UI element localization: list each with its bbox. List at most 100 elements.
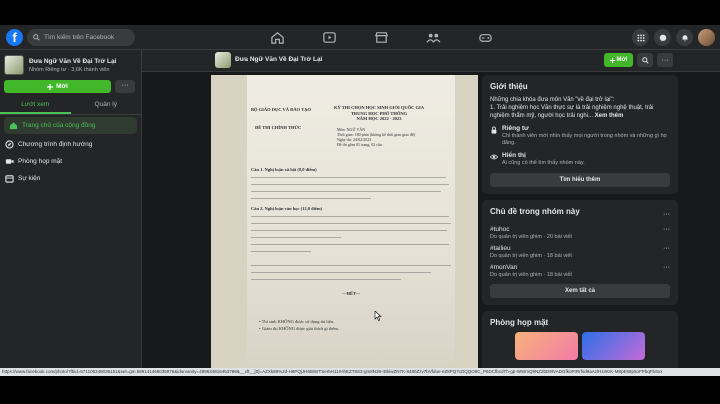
rooms-card: Phòng họp mặt xyxy=(482,311,678,370)
video-room-icon xyxy=(5,159,14,164)
group-header[interactable]: Đưa Ngữ Văn Về Đại Trở Lại Nhóm Riêng tư… xyxy=(0,50,141,80)
sidebar-item-rooms[interactable]: Phòng họp mặt xyxy=(0,153,141,170)
topic-desc: Do quản trị viên ghim · 20 bài viết xyxy=(490,234,572,240)
grid-icon xyxy=(636,33,645,42)
join-group-button[interactable]: Mới xyxy=(604,53,633,67)
about-text: Những chia khóa đưa môn Văn "về đại trở … xyxy=(490,96,670,120)
sidebar-item-label: Sự kiện xyxy=(18,175,41,182)
topic-desc: Do quản trị viên ghim · 18 bài viết xyxy=(490,272,572,278)
topic-tag: #tuhoc xyxy=(490,226,510,233)
doc-text-line xyxy=(251,272,431,273)
about-text-rest: 1. Trải nghiệm học Văn thực sự là trải n… xyxy=(490,105,654,119)
account-avatar[interactable] xyxy=(698,29,715,46)
menu-grid-icon[interactable] xyxy=(632,29,649,46)
about-card: Giới thiệu Những chia khóa đưa môn Văn "… xyxy=(482,75,678,194)
ellipsis-icon: ··· xyxy=(661,56,669,64)
topic-more-icon[interactable]: ··· xyxy=(663,226,670,240)
lock-icon xyxy=(491,126,497,134)
watch-icon[interactable] xyxy=(322,30,337,45)
search-input[interactable]: Tìm kiếm trên Facebook xyxy=(27,29,135,46)
doc-meta-line: Đề thi gồm 01 trang, 02 câu xyxy=(337,142,382,147)
doc-text-line xyxy=(251,216,449,217)
doc-question-2: Câu 2. Nghị luận văn học (12,0 điểm) xyxy=(251,206,323,211)
group-sidebar: Đưa Ngữ Văn Về Đại Trở Lại Nhóm Riêng tư… xyxy=(0,50,142,368)
browser-status-url: https://www.facebook.com/photo/?fbid=571… xyxy=(0,368,720,376)
about-text-start: Những chia khóa đưa môn Văn "về đại trở … xyxy=(490,97,615,103)
tab-manage[interactable]: Quản lý xyxy=(71,97,142,114)
learn-more-button[interactable]: Tìm hiểu thêm xyxy=(490,173,670,187)
topics-more-icon[interactable]: ··· xyxy=(663,211,670,218)
search-group-button[interactable] xyxy=(637,53,653,67)
sidebar-item-label: Trang chủ của cộng đồng xyxy=(22,122,96,129)
see-all-button[interactable]: Xem tất cả xyxy=(490,284,670,298)
gaming-icon[interactable] xyxy=(478,30,493,45)
facebook-logo[interactable]: f xyxy=(6,29,23,46)
group-header-bar: Đưa Ngữ Văn Về Đại Trở Lại Mới ··· xyxy=(142,50,720,72)
search-placeholder: Tìm kiếm trên Facebook xyxy=(44,34,115,41)
sidebar-item-label: Phòng họp mặt xyxy=(18,158,63,165)
topic-desc: Do quản trị viên ghim · 18 bài viết xyxy=(490,253,572,259)
groups-icon[interactable] xyxy=(426,30,441,45)
doc-meta: Môn: NGỮ VĂN Thời gian: 180 phút (không … xyxy=(337,127,415,147)
doc-end: ---HẾT--- xyxy=(342,291,361,296)
doc-note: • Giám thị KHÔNG được giải thích gì thêm… xyxy=(259,326,340,331)
doc-text-line xyxy=(251,223,451,224)
topic-tag: #monVan xyxy=(490,264,518,271)
doc-text-line xyxy=(251,230,447,231)
search-icon xyxy=(33,34,40,41)
privacy-title: Riêng tư xyxy=(502,125,529,132)
room-thumbnail[interactable] xyxy=(515,332,578,360)
sidebar-item-community-home[interactable]: Trang chủ của cộng đồng xyxy=(4,117,137,134)
doc-right-line: NĂM HỌC 2022 - 2023 xyxy=(356,116,402,121)
guide-icon xyxy=(5,140,14,149)
topic-more-icon[interactable]: ··· xyxy=(663,264,670,278)
sidebar-item-events[interactable]: Sự kiện xyxy=(0,170,141,187)
see-more-link[interactable]: Xem thêm xyxy=(595,113,624,119)
group-more-button[interactable]: ··· xyxy=(657,53,673,67)
post-photo[interactable]: BỘ GIÁO DỤC VÀ ĐÀO TẠO KỲ THI CHỌN HỌC S… xyxy=(211,75,478,368)
sidebar-item-orientation[interactable]: Chương trình định hướng xyxy=(0,136,141,153)
doc-text-line xyxy=(251,251,311,252)
group-thumbnail[interactable] xyxy=(215,52,231,68)
group-subtitle: Nhóm Riêng tư · 3,6K thành viên xyxy=(29,66,110,73)
marketplace-icon[interactable] xyxy=(374,30,389,45)
topics-heading: Chủ đề trong nhóm này xyxy=(490,207,580,216)
privacy-row: Riêng tư Chỉ thành viên mới nhìn thấy mọ… xyxy=(490,125,670,147)
group-thumbnail xyxy=(4,55,24,75)
messenger-icon[interactable] xyxy=(654,29,671,46)
group-bar-title[interactable]: Đưa Ngữ Văn Về Đại Trở Lại xyxy=(235,56,322,63)
doc-text-line xyxy=(251,237,341,238)
visibility-desc: Ai cũng có thể tìm thấy nhóm này. xyxy=(502,160,585,166)
visibility-row: Hiển thị Ai cũng có thể tìm thấy nhóm nà… xyxy=(490,152,670,167)
doc-text-line xyxy=(251,279,401,280)
right-column: Giới thiệu Những chia khóa đưa môn Văn "… xyxy=(482,75,678,370)
topic-item[interactable]: #tailieu Do quản trị viên ghim · 18 bài … xyxy=(490,245,670,259)
mouse-cursor-icon xyxy=(374,311,382,321)
home-icon[interactable] xyxy=(270,30,285,45)
topic-item[interactable]: #monVan Do quản trị viên ghim · 18 bài v… xyxy=(490,264,670,278)
plus-icon xyxy=(47,83,54,90)
search-icon xyxy=(641,56,649,64)
topic-more-icon[interactable]: ··· xyxy=(663,245,670,259)
calendar-icon xyxy=(5,175,14,183)
bell-icon xyxy=(682,34,687,42)
facebook-topbar: f Tìm kiếm trên Facebook xyxy=(0,25,720,50)
notifications-icon[interactable] xyxy=(676,29,693,46)
doc-text-line xyxy=(251,191,441,192)
group-title: Đưa Ngữ Văn Về Đại Trở Lại xyxy=(29,57,117,65)
plus-icon xyxy=(609,57,615,63)
doc-official: ĐỀ THI CHÍNH THỨC xyxy=(255,125,302,130)
join-group-label: Mới xyxy=(616,57,628,63)
home-icon xyxy=(9,122,18,130)
topics-card: Chủ đề trong nhóm này ··· #tuhoc Do quản… xyxy=(482,200,678,305)
doc-left-header: BỘ GIÁO DỤC VÀ ĐÀO TẠO xyxy=(251,107,311,112)
doc-right-line: KỲ THI CHỌN HỌC SINH GIỎI QUỐC GIA xyxy=(333,105,425,110)
topic-item[interactable]: #tuhoc Do quản trị viên ghim · 20 bài vi… xyxy=(490,226,670,240)
doc-text-line xyxy=(251,184,449,185)
doc-text-line xyxy=(251,265,451,266)
more-options-button[interactable]: ··· xyxy=(115,80,135,93)
tab-browse[interactable]: Lướt xem xyxy=(0,97,71,114)
topic-tag: #tailieu xyxy=(490,245,511,252)
room-thumbnail[interactable] xyxy=(582,332,645,360)
join-button[interactable]: Mới xyxy=(4,80,111,93)
